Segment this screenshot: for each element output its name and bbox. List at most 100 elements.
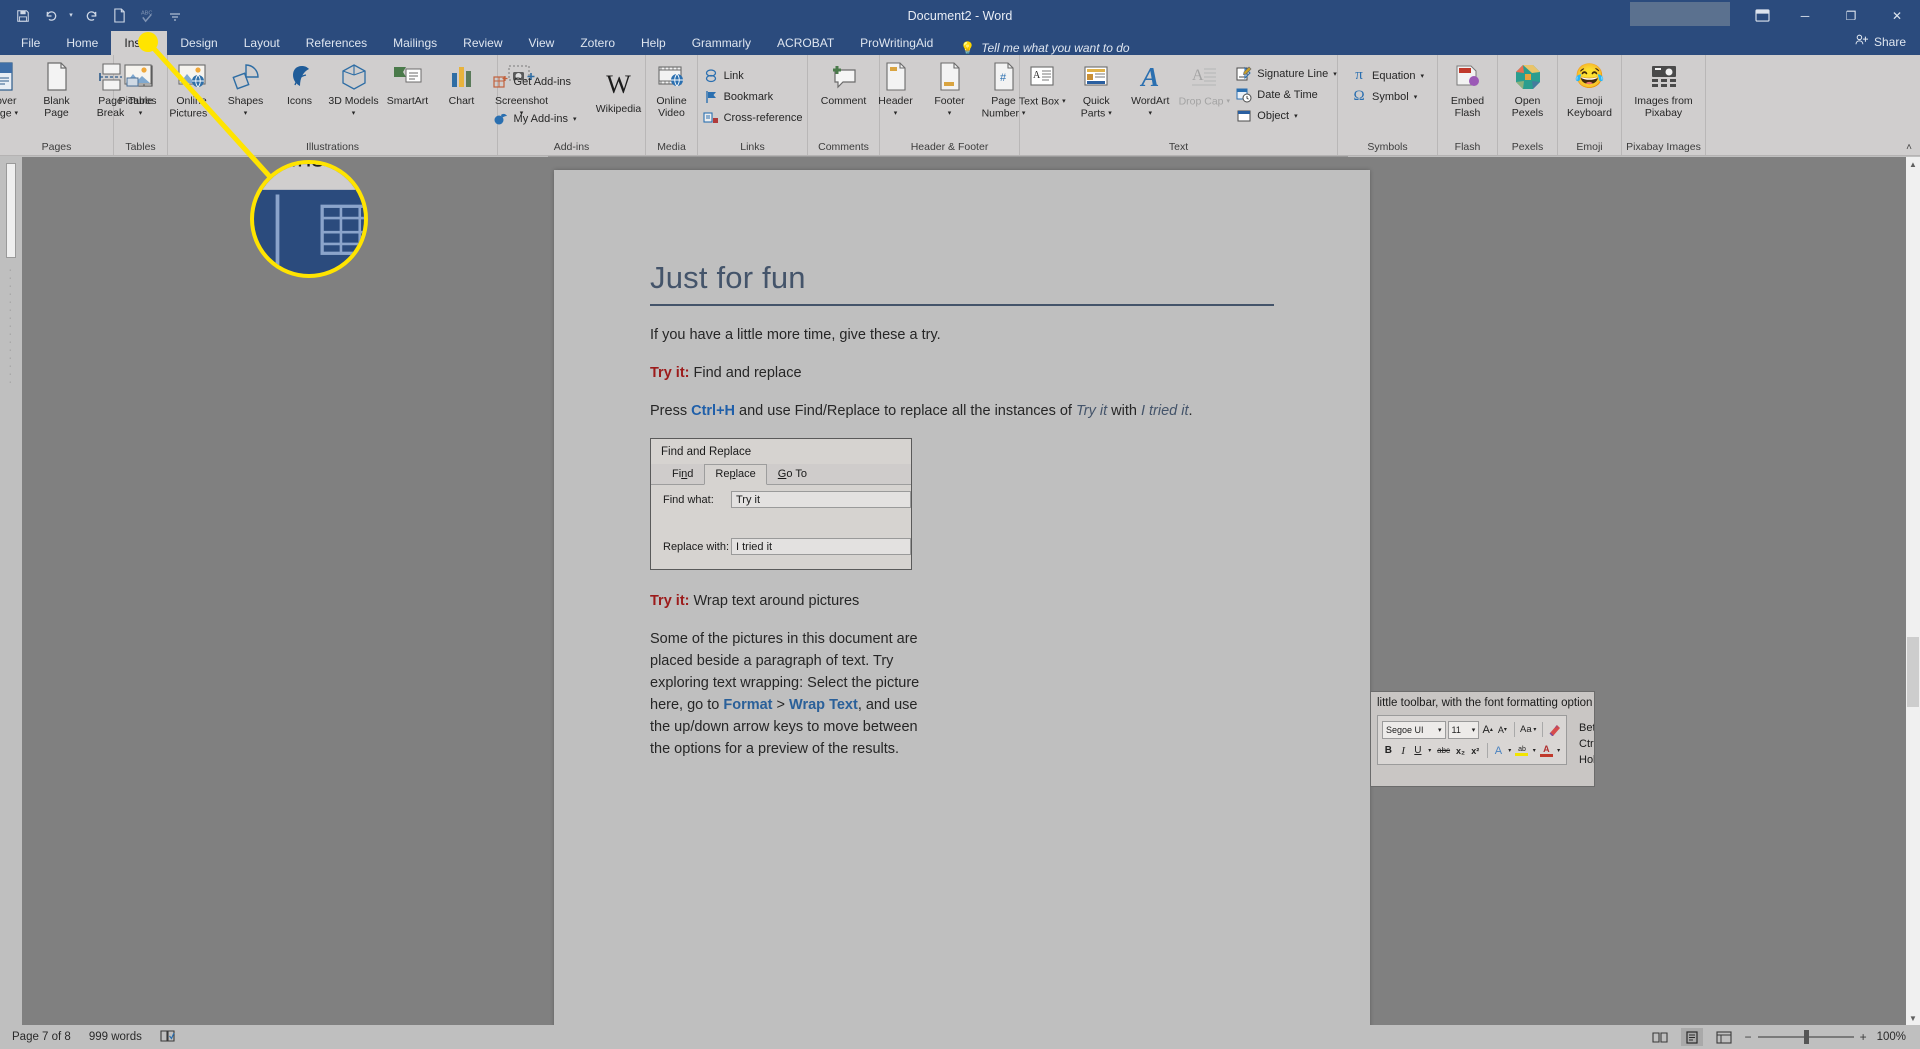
customize-quick-access-icon[interactable]	[162, 4, 188, 28]
chevron-down-icon[interactable]: ▾	[14, 110, 18, 117]
save-icon[interactable]	[10, 4, 36, 28]
tab-review[interactable]: Review	[450, 31, 515, 55]
tab-view[interactable]: View	[516, 31, 568, 55]
change-case-button[interactable]: Aa ▾	[1519, 721, 1536, 739]
bold-button[interactable]: B	[1382, 742, 1395, 760]
3d-models-button[interactable]: 3D Models ▾	[327, 58, 381, 120]
icons-button[interactable]: Icons	[273, 58, 327, 108]
scroll-up-arrow-icon[interactable]: ▲	[1906, 157, 1920, 171]
open-pexels-button[interactable]: Open Pexels	[1501, 58, 1555, 119]
subscript-button[interactable]: x₂	[1454, 742, 1467, 760]
undo-icon[interactable]	[38, 4, 64, 28]
footer-button[interactable]: Footer ▾	[923, 58, 977, 120]
get-add-ins-button[interactable]: Get Add-ins	[488, 72, 582, 91]
cover-page-button[interactable]: Cover Page ▾	[0, 58, 30, 120]
fr-tab-go-to[interactable]: Go To	[767, 464, 818, 484]
tab-design[interactable]: Design	[167, 31, 230, 55]
font-size-combo[interactable]: 11 ▾	[1447, 720, 1480, 739]
word-count[interactable]: 999 words	[89, 1031, 142, 1043]
chevron-down-icon[interactable]: ▾	[352, 110, 356, 117]
scrollbar-thumb[interactable]	[1907, 637, 1919, 707]
text-box-button[interactable]: A Text Box ▾	[1015, 58, 1069, 108]
chevron-down-icon[interactable]: ▾	[210, 110, 214, 117]
header-button[interactable]: Header ▾	[869, 58, 923, 120]
tab-help[interactable]: Help	[628, 31, 679, 55]
chevron-down-icon[interactable]: ▾	[1438, 726, 1442, 734]
print-layout-icon[interactable]	[1680, 1028, 1703, 1046]
wordart-button[interactable]: A WordArt ▾	[1123, 58, 1177, 120]
tab-zotero[interactable]: Zotero	[567, 31, 628, 55]
clear-formatting-button[interactable]: A	[1548, 721, 1562, 739]
zoom-in-button[interactable]: +	[1860, 1030, 1867, 1044]
highlight-button[interactable]: ab	[1515, 742, 1529, 760]
tab-prowritingaid[interactable]: ProWritingAid	[847, 31, 946, 55]
chevron-down-icon[interactable]: ▾	[1108, 110, 1112, 117]
zoom-thumb[interactable]	[1803, 1030, 1809, 1044]
tab-insert[interactable]: Insert	[111, 31, 168, 55]
redo-icon[interactable]	[78, 4, 104, 28]
read-mode-icon[interactable]	[1649, 1028, 1671, 1046]
chevron-down-icon[interactable]: ▾	[948, 110, 952, 117]
chevron-down-icon[interactable]: ▾	[1414, 93, 1418, 101]
fr-tab-replace[interactable]: Replace	[704, 464, 767, 485]
quick-parts-button[interactable]: Quick Parts ▾	[1069, 58, 1123, 120]
superscript-button[interactable]: x²	[1469, 742, 1482, 760]
chevron-down-icon[interactable]: ▾	[1555, 742, 1562, 760]
object-button[interactable]: Object ▾	[1231, 106, 1341, 125]
tab-mailings[interactable]: Mailings	[380, 31, 450, 55]
chevron-down-icon[interactable]: ▾	[1420, 72, 1424, 80]
shapes-button[interactable]: Shapes ▾	[219, 58, 273, 120]
scroll-down-arrow-icon[interactable]: ▼	[1906, 1011, 1920, 1025]
embed-flash-button[interactable]: Embed Flash	[1441, 58, 1495, 119]
chevron-down-icon[interactable]: ▾	[1333, 70, 1337, 78]
images-from-pixabay-button[interactable]: Images from Pixabay	[1627, 58, 1701, 119]
link-button[interactable]: Link	[698, 66, 808, 85]
chevron-down-icon[interactable]: ▾	[1506, 742, 1513, 760]
chevron-down-icon[interactable]: ▾	[1294, 112, 1298, 120]
pictures-button[interactable]: Pictures	[111, 58, 165, 108]
emoji-keyboard-button[interactable]: 😂 Emoji Keyboard	[1557, 58, 1623, 119]
online-pictures-button[interactable]: Online Pictures ▾	[165, 58, 219, 120]
smartart-button[interactable]: SmartArt	[381, 58, 435, 108]
online-video-button[interactable]: Online Video	[645, 58, 699, 119]
share-button[interactable]: Share	[1855, 34, 1906, 49]
close-button[interactable]: ✕	[1874, 0, 1920, 31]
restore-button[interactable]: ❐	[1828, 0, 1874, 31]
font-color-button[interactable]: A	[1539, 742, 1554, 760]
symbol-button[interactable]: Ω Symbol ▾	[1346, 87, 1429, 106]
collapse-ribbon-button[interactable]: ˄	[1906, 142, 1912, 153]
document-page[interactable]: Just for fun If you have a little more t…	[554, 170, 1595, 1049]
shrink-font-button[interactable]: A ▾	[1496, 721, 1509, 739]
chevron-down-icon[interactable]: ▾	[244, 110, 248, 117]
font-name-combo[interactable]: Segoe UI ▾	[1382, 720, 1446, 739]
undo-dropdown-icon[interactable]: ▾	[66, 4, 76, 28]
chevron-down-icon[interactable]: ▾	[1149, 110, 1153, 117]
tab-acrobat[interactable]: ACROBAT	[764, 31, 847, 55]
grow-font-button[interactable]: A ▴	[1481, 721, 1494, 739]
chart-button[interactable]: Chart	[435, 58, 489, 108]
chevron-down-icon[interactable]: ▾	[1062, 98, 1066, 105]
new-document-icon[interactable]	[106, 4, 132, 28]
signature-line-button[interactable]: Signature Line ▾	[1231, 64, 1341, 83]
strikethrough-button[interactable]: abc	[1435, 742, 1452, 760]
chevron-down-icon[interactable]: ▾	[894, 110, 898, 117]
equation-button[interactable]: π Equation ▾	[1346, 66, 1429, 85]
fr-find-what-input[interactable]: Try it	[731, 491, 911, 508]
chevron-down-icon[interactable]: ▾	[1531, 742, 1538, 760]
chevron-down-icon[interactable]: ▾	[1472, 726, 1476, 734]
drop-cap-button[interactable]: A Drop Cap ▾	[1177, 58, 1231, 108]
page-indicator[interactable]: Page 7 of 8	[12, 1031, 71, 1043]
mini-toolbar-image[interactable]: little toolbar, with the font formatting…	[1370, 691, 1595, 787]
tell-me-search[interactable]: 💡 Tell me what you want to do	[946, 41, 1129, 55]
zoom-track[interactable]	[1757, 1030, 1854, 1044]
zoom-slider[interactable]: − +	[1745, 1030, 1867, 1044]
fr-tab-find[interactable]: Find	[661, 464, 704, 484]
chevron-down-icon[interactable]: ▾	[1226, 98, 1230, 105]
fr-replace-with-input[interactable]: I tried it	[731, 538, 911, 555]
ribbon-display-options-icon[interactable]	[1742, 0, 1782, 31]
document-body[interactable]: Just for fun If you have a little more t…	[554, 170, 1370, 760]
tab-layout[interactable]: Layout	[231, 31, 293, 55]
web-layout-icon[interactable]	[1713, 1028, 1735, 1046]
tab-home[interactable]: Home	[53, 31, 111, 55]
spelling-check-icon[interactable]: ABC	[134, 4, 160, 28]
